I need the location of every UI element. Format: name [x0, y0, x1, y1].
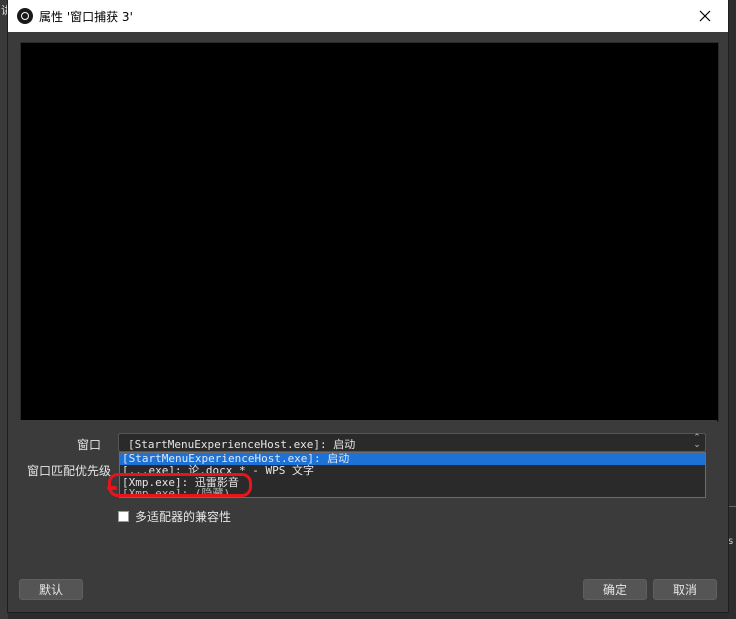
updown-chevron-icon: ⌃ ⌄ — [693, 433, 701, 450]
title-bar[interactable]: 属性 '窗口捕获 3' — [8, 0, 728, 32]
ok-button[interactable]: 确定 — [583, 579, 647, 600]
close-button[interactable] — [682, 0, 728, 32]
properties-dialog: 属性 '窗口捕获 3' 窗口 窗口匹配优先级 [StartMenuExperie… — [8, 0, 728, 612]
compat-checkbox-label: 多适配器的兼容性 — [135, 509, 232, 524]
defaults-button[interactable]: 默认 — [19, 579, 83, 600]
background-panel-left: 讲 — [0, 0, 12, 619]
obs-logo-icon — [17, 8, 33, 24]
background-divider — [728, 506, 736, 527]
background-panel-right: s — [728, 0, 736, 619]
compat-checkbox-row[interactable]: 多适配器的兼容性 — [118, 508, 231, 524]
window-select-dropdown[interactable]: [StartMenuExperienceHost.exe]: 启动 [...ex… — [119, 452, 706, 498]
window-select-value: [StartMenuExperienceHost.exe]: 启动 — [128, 438, 356, 451]
cancel-button[interactable]: 取消 — [653, 579, 717, 600]
source-preview — [20, 42, 719, 422]
window-label: 窗口 — [77, 438, 102, 452]
priority-label: 窗口匹配优先级 — [27, 464, 112, 478]
dropdown-option[interactable]: [Xmp.exe]: (隐藏) — [120, 488, 705, 498]
background-right-text: s — [728, 536, 734, 547]
compat-checkbox[interactable] — [118, 510, 129, 522]
close-icon — [699, 10, 711, 22]
window-title: 属性 '窗口捕获 3' — [39, 10, 133, 24]
window-select[interactable]: [StartMenuExperienceHost.exe]: 启动 ⌃ ⌄ — [118, 433, 706, 452]
